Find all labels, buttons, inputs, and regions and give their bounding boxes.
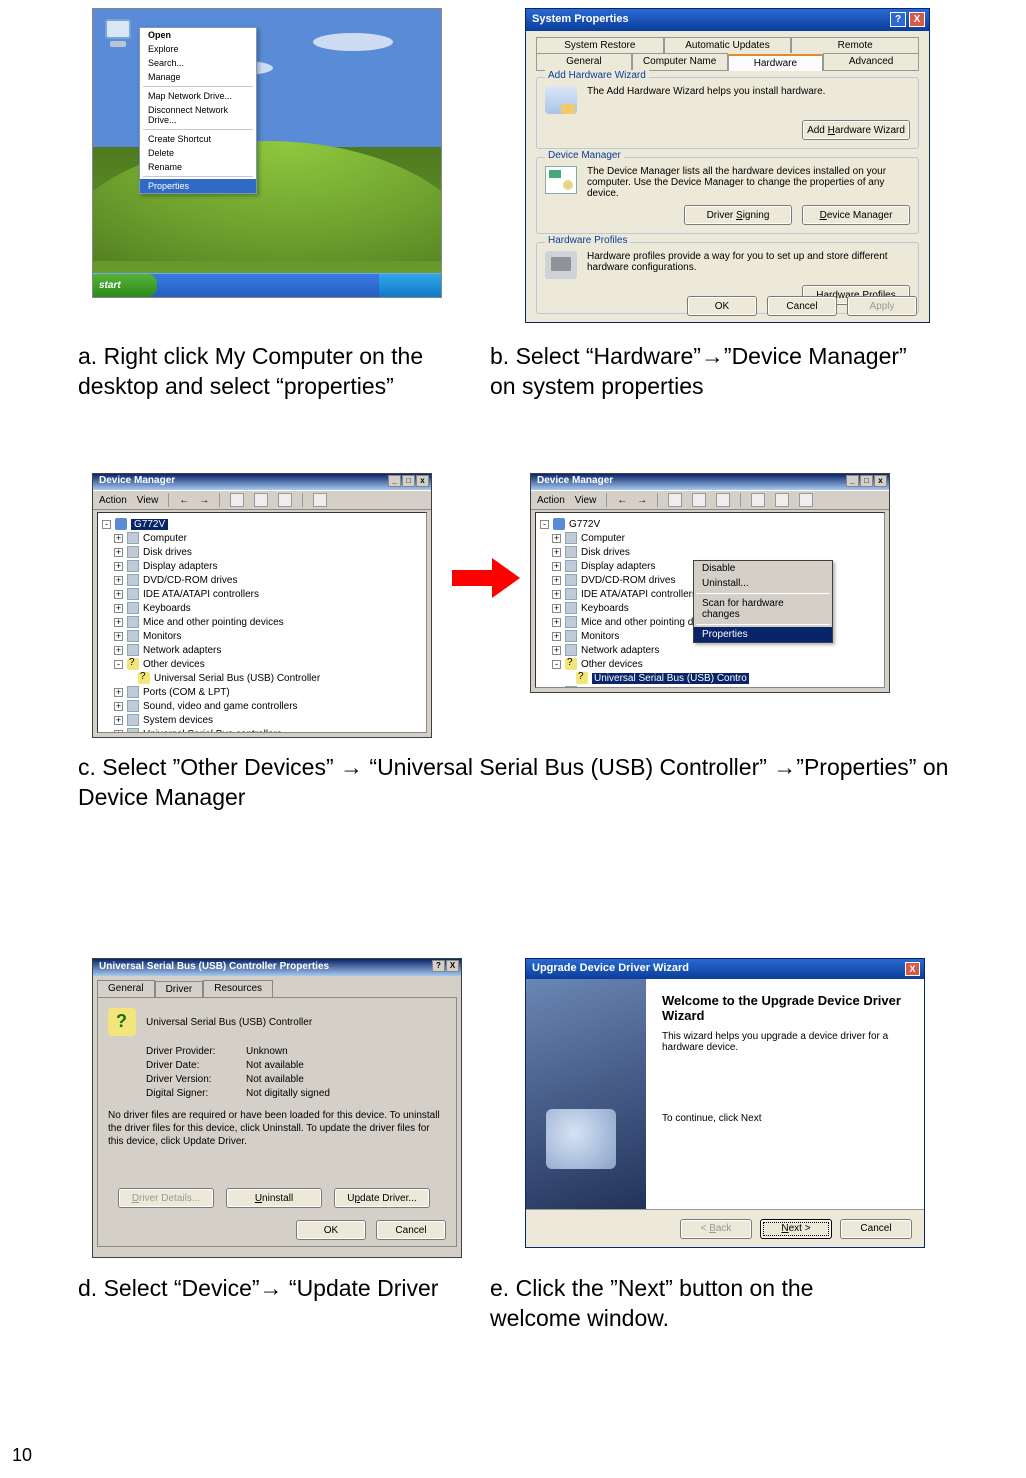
tab-computer-name[interactable]: Computer Name xyxy=(632,53,728,70)
wizard-sidebar-graphic xyxy=(526,979,646,1209)
toolbar-icon[interactable] xyxy=(278,493,292,507)
wizard-icon xyxy=(545,86,577,114)
context-menu-item[interactable]: Disable xyxy=(694,561,832,576)
uninstall-button[interactable]: Uninstall xyxy=(226,1188,322,1208)
device-manager-window-left: Device Manager _□x Action View ←→ -G772V… xyxy=(92,473,432,738)
caption-b: b. Select “Hardware”→”Device Manager” on… xyxy=(490,342,910,402)
update-driver-button[interactable]: Update Driver... xyxy=(334,1188,430,1208)
tree-item-usb-controller[interactable]: Universal Serial Bus (USB) Contro xyxy=(592,673,749,684)
tab-automatic-updates[interactable]: Automatic Updates xyxy=(664,37,792,53)
cancel-button[interactable]: Cancel xyxy=(840,1219,912,1239)
device-manager-button[interactable]: Device Manager xyxy=(802,205,910,225)
context-menu-item[interactable]: Create Shortcut xyxy=(140,132,256,146)
unknown-device-icon xyxy=(108,1008,136,1036)
tab-advanced[interactable]: Advanced xyxy=(823,53,919,70)
context-menu-item[interactable]: Open xyxy=(140,28,256,42)
toolbar-icon[interactable] xyxy=(313,493,327,507)
toolbar-icon[interactable] xyxy=(230,493,244,507)
context-menu-item[interactable]: Uninstall... xyxy=(694,576,832,591)
menu-view[interactable]: View xyxy=(137,495,159,506)
group-add-hardware-wizard: Add Hardware Wizard The Add Hardware Wiz… xyxy=(536,77,919,149)
tab-remote[interactable]: Remote xyxy=(791,37,919,53)
context-menu-item-properties[interactable]: Properties xyxy=(694,627,832,642)
context-menu-item[interactable]: Manage xyxy=(140,70,256,84)
menu-action[interactable]: Action xyxy=(99,495,127,506)
red-arrow-icon xyxy=(452,558,520,598)
tab-strip: System Restore Automatic Updates Remote … xyxy=(536,37,919,71)
apply-button[interactable]: Apply xyxy=(847,296,917,316)
driver-details-button[interactable]: Driver Details... xyxy=(118,1188,214,1208)
ok-button[interactable]: OK xyxy=(687,296,757,316)
my-computer-icon xyxy=(101,17,135,51)
system-tray xyxy=(379,274,441,297)
context-menu: Open Explore Search... Manage Map Networ… xyxy=(139,27,257,194)
context-menu-item[interactable]: Search... xyxy=(140,56,256,70)
device-manager-icon xyxy=(545,166,577,194)
page-number: 10 xyxy=(12,1445,32,1466)
device-tree: -G772V +Computer +Disk drives +Display a… xyxy=(97,512,427,733)
caption-c: c. Select ”Other Devices” → “Universal S… xyxy=(78,753,958,813)
context-menu-item[interactable]: Explore xyxy=(140,42,256,56)
close-button[interactable]: X xyxy=(446,960,459,972)
toolbar-icon[interactable] xyxy=(254,493,268,507)
wizard-continue-text: To continue, click Next xyxy=(662,1113,908,1124)
close-button[interactable]: X xyxy=(909,12,925,27)
ok-button[interactable]: OK xyxy=(296,1220,366,1240)
caption-e: e. Click the ”Next” button on the welcom… xyxy=(490,1274,910,1334)
context-menu: Disable Uninstall... Scan for hardware c… xyxy=(693,560,833,643)
system-properties-dialog: System Properties ? X System Restore Aut… xyxy=(525,8,930,323)
device-name: Universal Serial Bus (USB) Controller xyxy=(146,1017,312,1028)
minimize-button[interactable]: _ xyxy=(388,475,401,487)
toolbar: Action View ←→ xyxy=(93,490,431,510)
caption-a: a. Right click My Computer on the deskto… xyxy=(78,342,498,402)
screenshot-desktop-context-menu: Open Explore Search... Manage Map Networ… xyxy=(92,8,442,298)
maximize-button[interactable]: □ xyxy=(402,475,415,487)
next-button[interactable]: Next > xyxy=(760,1219,832,1239)
tab-general[interactable]: General xyxy=(536,53,632,70)
driver-note: No driver files are required or have bee… xyxy=(108,1109,446,1148)
usb-controller-properties-dialog: Universal Serial Bus (USB) Controller Pr… xyxy=(92,958,462,1258)
hardware-profiles-icon xyxy=(545,251,577,279)
close-button[interactable]: X xyxy=(905,962,920,976)
tab-system-restore[interactable]: System Restore xyxy=(536,37,664,53)
tab-hardware[interactable]: Hardware xyxy=(728,54,824,71)
device-manager-window-right: Device Manager _□x Action View ←→ -G772V… xyxy=(530,473,890,693)
titlebar: System Properties ? X xyxy=(526,9,929,31)
window-title: System Properties xyxy=(532,13,629,25)
context-menu-item[interactable]: Delete xyxy=(140,146,256,160)
upgrade-driver-wizard-dialog: Upgrade Device Driver Wizard X Welcome t… xyxy=(525,958,925,1248)
group-device-manager: Device Manager The Device Manager lists … xyxy=(536,157,919,234)
help-button[interactable]: ? xyxy=(890,12,906,27)
help-button[interactable]: ? xyxy=(432,960,445,972)
tab-resources[interactable]: Resources xyxy=(203,980,273,997)
driver-signing-button[interactable]: Driver Signing xyxy=(684,205,792,225)
close-button[interactable]: x xyxy=(416,475,429,487)
start-button[interactable]: start xyxy=(93,274,157,297)
tab-driver[interactable]: Driver xyxy=(155,981,204,998)
cancel-button[interactable]: Cancel xyxy=(376,1220,446,1240)
context-menu-item[interactable]: Map Network Drive... xyxy=(140,89,256,103)
cancel-button[interactable]: Cancel xyxy=(767,296,837,316)
add-hardware-wizard-button[interactable]: Add Hardware Wizard xyxy=(802,120,910,140)
titlebar: Device Manager _□x xyxy=(93,474,431,490)
wizard-text: This wizard helps you upgrade a device d… xyxy=(662,1031,908,1053)
tab-general[interactable]: General xyxy=(97,980,155,997)
caption-d: d. Select “Device”→ “Update Driver xyxy=(78,1274,438,1304)
context-menu-item[interactable]: Scan for hardware changes xyxy=(694,596,832,622)
taskbar: start xyxy=(93,273,441,297)
back-button[interactable]: < Back xyxy=(680,1219,752,1239)
wizard-heading: Welcome to the Upgrade Device Driver Wiz… xyxy=(662,993,908,1023)
context-menu-item[interactable]: Disconnect Network Drive... xyxy=(140,103,256,127)
context-menu-item-properties[interactable]: Properties xyxy=(140,179,256,193)
context-menu-item[interactable]: Rename xyxy=(140,160,256,174)
